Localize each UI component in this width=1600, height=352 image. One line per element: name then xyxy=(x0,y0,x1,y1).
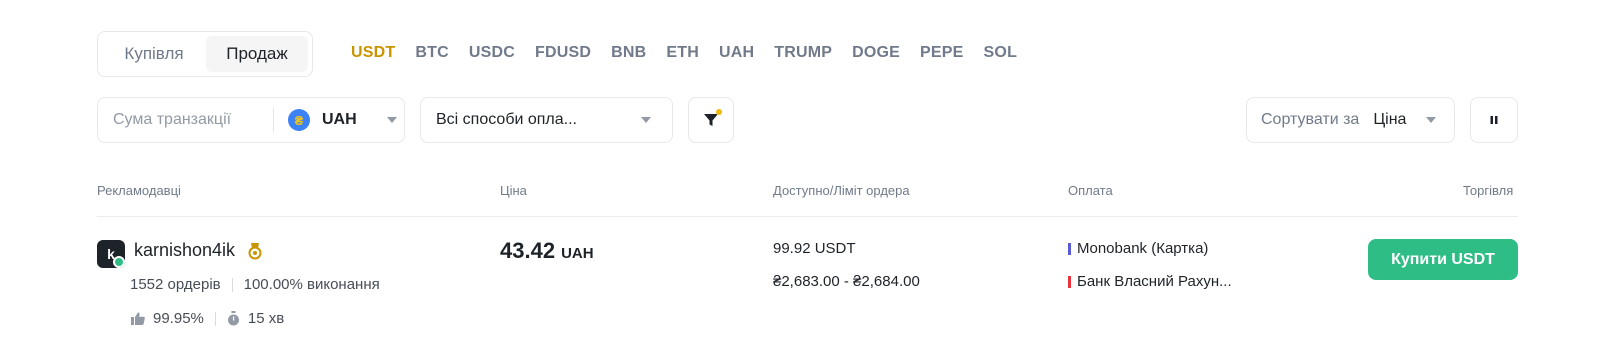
coin-tab-pepe[interactable]: PEPE xyxy=(920,44,964,62)
coin-tab-usdc[interactable]: USDC xyxy=(469,44,515,62)
amount-box: ₴ UAH xyxy=(97,97,405,143)
merchant-stats-secondary: 99.95% 15 хв xyxy=(131,310,284,327)
coin-tab-usdt[interactable]: USDT xyxy=(351,44,395,62)
table-divider xyxy=(97,216,1518,217)
payment-method-name: Банк Власний Рахун... xyxy=(1077,273,1232,290)
coin-tab-uah[interactable]: UAH xyxy=(719,44,754,62)
timer-icon xyxy=(227,311,240,326)
pay-time: 15 хв xyxy=(247,310,285,327)
currency-label: UAH xyxy=(322,111,357,128)
filter-active-dot xyxy=(716,109,722,115)
header-price: Ціна xyxy=(500,183,527,198)
chevron-down-icon xyxy=(1426,117,1437,123)
online-status-dot xyxy=(113,256,125,268)
coin-tab-eth[interactable]: ETH xyxy=(666,44,699,62)
header-available: Доступно/Ліміт ордера xyxy=(773,183,910,198)
chevron-down-icon xyxy=(386,117,397,123)
available-amount: 99.92 USDT xyxy=(773,240,856,257)
payment-method-monobank: Monobank (Картка) xyxy=(1068,240,1208,257)
coin-tab-doge[interactable]: DOGE xyxy=(852,44,900,62)
payment-color-bar xyxy=(1068,275,1071,288)
order-limit: ₴2,683.00 - ₴2,684.00 xyxy=(773,273,920,290)
buy-usdt-button[interactable]: Купити USDT xyxy=(1368,239,1518,280)
header-payment: Оплата xyxy=(1068,183,1113,198)
payment-method-bank: Банк Власний Рахун... xyxy=(1068,273,1232,290)
positive-rate: 99.95% xyxy=(153,310,204,327)
price-value: 43.42 xyxy=(500,238,556,263)
sort-value: Ціна xyxy=(1373,111,1407,128)
price-unit: UAH xyxy=(561,245,594,262)
sort-prefix: Сортувати за xyxy=(1261,111,1360,128)
filter-button[interactable] xyxy=(688,97,734,143)
completion-rate: 100.00% виконання xyxy=(243,276,380,293)
header-trade: Торгівля xyxy=(1463,183,1514,198)
currency-select[interactable]: ₴ UAH xyxy=(288,109,397,131)
payment-color-bar xyxy=(1068,242,1071,255)
merchant-stats: 1552 ордерів 100.00% виконання xyxy=(130,276,380,293)
buy-tab[interactable]: Купівля xyxy=(102,36,206,72)
thumbs-up-icon xyxy=(131,312,145,325)
price: 43.42 UAH xyxy=(500,238,594,264)
coin-tab-btc[interactable]: BTC xyxy=(415,44,448,62)
coin-tab-trump[interactable]: TRUMP xyxy=(774,44,832,62)
merchant-badge-icon xyxy=(248,243,262,260)
payment-method-label: Всі способи опла... xyxy=(436,111,577,128)
pause-button[interactable] xyxy=(1470,97,1518,143)
sell-tab[interactable]: Продаж xyxy=(206,36,308,72)
coin-tab-bnb[interactable]: BNB xyxy=(611,44,646,62)
coin-tab-fdusd[interactable]: FDUSD xyxy=(535,44,591,62)
chevron-down-icon xyxy=(641,117,651,123)
merchant-name[interactable]: karnishon4ik xyxy=(134,240,235,261)
header-advertisers: Рекламодавці xyxy=(97,183,181,198)
hryvnia-icon: ₴ xyxy=(288,109,310,131)
orders-count: 1552 ордерів xyxy=(130,276,221,293)
amount-divider xyxy=(273,107,274,133)
payment-method-select[interactable]: Всі способи опла... xyxy=(420,97,673,143)
coin-tabs: USDT BTC USDC FDUSD BNB ETH UAH TRUMP DO… xyxy=(351,41,1037,65)
pause-icon xyxy=(1490,116,1498,124)
amount-input[interactable] xyxy=(113,100,273,140)
payment-method-name: Monobank (Картка) xyxy=(1077,240,1209,257)
side-toggle: Купівля Продаж xyxy=(97,31,313,77)
coin-tab-sol[interactable]: SOL xyxy=(984,44,1018,62)
stats-divider xyxy=(214,311,216,326)
stats-divider xyxy=(231,277,233,292)
sort-select[interactable]: Сортувати за Ціна xyxy=(1246,97,1455,143)
